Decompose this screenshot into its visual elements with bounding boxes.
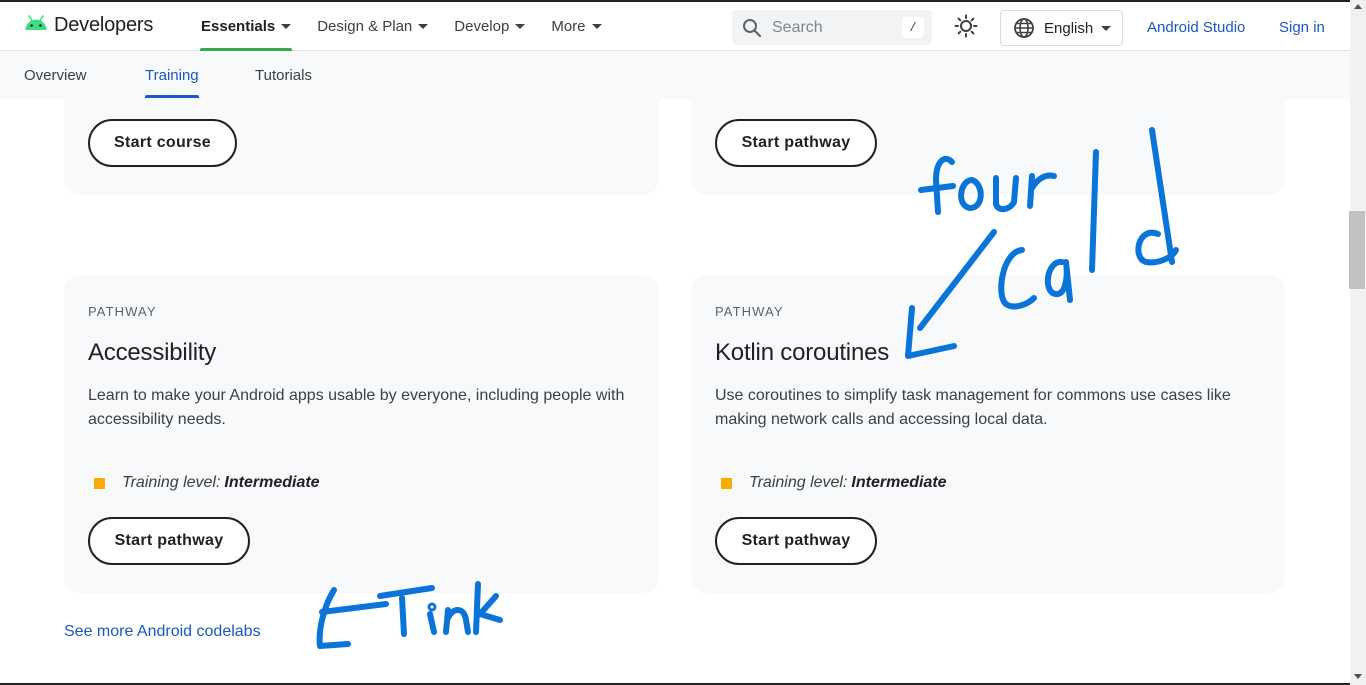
start-pathway-button[interactable]: Start pathway (88, 517, 250, 565)
nav-essentials-label: Essentials (201, 18, 276, 35)
chevron-down-icon (418, 24, 429, 29)
android-studio-link[interactable]: Android Studio (1147, 19, 1245, 36)
nav-design-plan-label: Design & Plan (317, 18, 413, 35)
page-scrollbar[interactable] (1350, 0, 1366, 685)
course-card-top-left: Start course (64, 99, 659, 195)
chevron-down-icon (281, 24, 292, 29)
card-title: Accessibility (88, 339, 217, 366)
scroll-down-arrow-icon[interactable] (1354, 674, 1362, 679)
scrollbar-thumb[interactable] (1349, 211, 1365, 289)
chevron-down-icon (1101, 25, 1112, 31)
nav-design-plan[interactable]: Design & Plan (304, 2, 441, 51)
top-header: Developers Essentials Design & Plan Deve… (0, 0, 1350, 51)
sun-icon (954, 14, 978, 43)
nav-develop[interactable]: Develop (441, 2, 538, 51)
card-description: Use coroutines to simplify task manageme… (715, 387, 1231, 428)
training-level-label: Training level: (122, 474, 221, 491)
training-level-label: Training level: (749, 474, 848, 491)
training-level-value: Intermediate (224, 474, 320, 491)
nav-essentials[interactable]: Essentials (188, 2, 304, 51)
card-title: Kotlin coroutines (715, 339, 890, 366)
main-nav: Essentials Design & Plan Develop More (188, 2, 615, 51)
chevron-down-icon (591, 24, 602, 29)
nav-more-label: More (551, 18, 586, 35)
logo-text: Developers (54, 14, 154, 36)
search-box[interactable]: / (732, 10, 932, 45)
pathway-card-kotlin-coroutines: PATHWAY Kotlin coroutines Use coroutines… (691, 275, 1285, 593)
card-description: Learn to make your Android apps usable b… (88, 387, 625, 428)
annotation-tink (316, 581, 503, 649)
nav-develop-label: Develop (454, 18, 510, 35)
level-indicator-icon (94, 477, 105, 489)
language-select[interactable]: English (1000, 10, 1123, 46)
start-pathway-button[interactable]: Start pathway (715, 119, 877, 167)
nav-more[interactable]: More (538, 2, 614, 51)
search-input[interactable] (772, 18, 892, 37)
active-tab-indicator (145, 95, 199, 98)
sign-in-link[interactable]: Sign in (1279, 19, 1325, 36)
card-kicker: PATHWAY (715, 304, 784, 319)
chevron-down-icon (515, 24, 526, 29)
see-more-codelabs-link[interactable]: See more Android codelabs (64, 623, 261, 641)
course-card-top-right: Start pathway (691, 99, 1285, 195)
level-indicator-icon (721, 477, 732, 489)
training-level: Training level: Intermediate (94, 474, 320, 492)
android-logo-icon (24, 15, 48, 36)
start-pathway-button[interactable]: Start pathway (715, 517, 877, 565)
training-level: Training level: Intermediate (721, 474, 947, 492)
pathway-card-accessibility: PATHWAY Accessibility Learn to make your… (64, 275, 659, 593)
training-level-value: Intermediate (851, 474, 947, 491)
developers-logo[interactable]: Developers (24, 14, 153, 37)
card-kicker: PATHWAY (88, 304, 157, 319)
sub-nav: Overview Training Tutorials (0, 51, 1350, 99)
tab-tutorials[interactable]: Tutorials (255, 67, 312, 84)
theme-toggle-button[interactable] (952, 14, 980, 42)
start-course-button[interactable]: Start course (88, 119, 237, 167)
search-shortcut-key: / (902, 17, 924, 38)
globe-icon (1013, 17, 1035, 39)
tab-training[interactable]: Training (145, 67, 199, 84)
search-icon (742, 18, 762, 38)
tab-overview[interactable]: Overview (24, 67, 87, 84)
language-label: English (1044, 19, 1094, 37)
scroll-up-arrow-icon[interactable] (1354, 4, 1362, 9)
